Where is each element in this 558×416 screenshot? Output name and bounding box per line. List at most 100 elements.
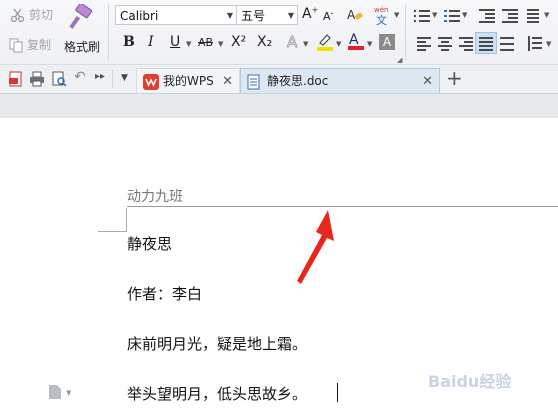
format-painter-button[interactable]: 格式刷 (64, 4, 102, 62)
grow-font-icon: A+ (302, 5, 319, 22)
line-spacing-icon[interactable] (527, 36, 543, 52)
underline-button[interactable]: U (170, 32, 180, 52)
print-button[interactable] (29, 71, 45, 91)
font-color-icon: A (348, 32, 364, 50)
font-dialog-launcher-icon[interactable]: ◢ (397, 56, 402, 64)
margin-corner-mark (98, 231, 126, 232)
highlight-button[interactable] (316, 32, 334, 56)
text-cursor (337, 383, 338, 402)
chevron-down-icon: ▼ (544, 11, 550, 19)
undo-icon[interactable]: ↶ (74, 69, 86, 85)
svg-text:wén: wén (374, 6, 388, 14)
more-arrows-icon[interactable]: ▸▸ (95, 71, 105, 82)
baidu-watermark: Baidu经验 (428, 372, 512, 391)
document-canvas-background (0, 94, 558, 118)
bullet-list-icon[interactable] (414, 8, 430, 24)
character-shading-button[interactable]: A (379, 34, 395, 50)
chevron-down-icon: ▼ (226, 11, 233, 20)
tab-list-dropdown-icon[interactable]: ▼ (121, 73, 128, 83)
svg-text:A: A (347, 8, 356, 22)
scissors-icon (10, 8, 25, 22)
tab-label: 我的WPS (163, 74, 214, 88)
justify-button[interactable] (475, 32, 497, 54)
decrease-indent-icon[interactable] (479, 8, 495, 24)
group-divider (108, 4, 109, 60)
margin-corner-mark (126, 208, 127, 232)
chevron-down-icon: ▼ (432, 11, 438, 19)
document-title-line[interactable]: 静夜思 (127, 233, 172, 254)
document-poem-line[interactable]: 举头望明月，低头思故乡。 (127, 383, 307, 404)
align-center-icon[interactable] (438, 36, 454, 52)
close-icon[interactable]: ✕ (422, 69, 433, 94)
copy-button[interactable]: 复制 (8, 36, 51, 53)
justify-icon (479, 36, 495, 52)
bold-button[interactable]: B (123, 32, 135, 52)
document-page[interactable]: 动力九班 静夜思 作者：李白 床前明月光，疑是地上霜。 举头望明月，低头思故乡。… (0, 118, 558, 416)
document-author-line[interactable]: 作者：李白 (127, 283, 202, 304)
italic-button[interactable]: I (148, 32, 154, 52)
clear-format-button[interactable]: A (346, 6, 364, 28)
shrink-font-icon: A- (323, 8, 334, 23)
document-poem-line[interactable]: 床前明月光，疑是地上霜。 (127, 333, 307, 354)
distributed-align-icon[interactable] (500, 36, 516, 52)
chevron-down-icon: ▼ (218, 40, 224, 48)
svg-text:A: A (349, 32, 359, 48)
chevron-down-icon: ▼ (186, 40, 192, 48)
chevron-down-icon: ▼ (303, 40, 309, 48)
print-preview-button[interactable] (51, 71, 67, 91)
red-arrow-annotation (297, 210, 334, 284)
paragraph-layout-handle[interactable] (48, 384, 62, 404)
svg-text:文: 文 (376, 13, 387, 26)
header-separator-line (127, 206, 558, 207)
font-color-button[interactable]: A (347, 31, 365, 55)
document-icon (247, 74, 260, 90)
eraser-icon: A (347, 8, 363, 22)
header-text[interactable]: 动力九班 (127, 186, 183, 206)
font-family-value: Calibri (120, 9, 159, 23)
svg-text:A: A (287, 33, 298, 51)
phonetic-guide-button[interactable]: wén 文 (372, 4, 394, 27)
tab-bar: ↶ ▸▸ ▼ 我的WPS ✕ 静夜思.doc ✕ + (0, 65, 558, 94)
copy-icon (9, 38, 23, 52)
numbered-list-icon[interactable] (444, 8, 460, 24)
chevron-down-icon: ▼ (462, 11, 468, 19)
highlighter-icon (317, 34, 333, 51)
font-family-select[interactable]: Calibri ▼ (115, 5, 237, 25)
font-size-select[interactable]: 五号 ▼ (236, 5, 298, 25)
export-pdf-button[interactable] (8, 71, 24, 91)
subscript-button[interactable]: X₂ (257, 32, 272, 52)
tab-document[interactable]: 静夜思.doc ✕ (240, 68, 440, 93)
cut-label: 剪切 (29, 8, 54, 22)
pdf-icon (9, 71, 22, 87)
chevron-down-icon: ▼ (336, 40, 342, 48)
cut-button[interactable]: 剪切 (10, 6, 53, 23)
printer-icon (30, 71, 44, 87)
chevron-down-icon: ▼ (367, 40, 373, 48)
tab-my-wps[interactable]: 我的WPS ✕ (136, 68, 240, 93)
text-effect-icon: A (287, 33, 299, 52)
align-left-icon[interactable] (417, 36, 433, 52)
format-painter-label: 格式刷 (64, 40, 101, 54)
chevron-down-icon: ▼ (287, 11, 294, 20)
character-shading-icon: A (382, 35, 392, 49)
tab-label: 静夜思.doc (267, 74, 329, 88)
new-tab-plus-icon[interactable]: + (446, 66, 463, 90)
chevron-down-icon: ▼ (394, 11, 400, 19)
close-icon[interactable]: ✕ (222, 69, 233, 94)
strikethrough-button[interactable]: AB (198, 33, 213, 53)
shrink-font-button[interactable]: A- (323, 8, 333, 23)
increase-indent-icon[interactable] (502, 8, 518, 24)
superscript-button[interactable]: X² (231, 32, 246, 52)
font-size-value: 五号 (241, 9, 266, 23)
ribbon-toolbar: 剪切 复制 格式刷 Calibri ▼ 五号 ▼ A+ A- A wén 文 ▼… (0, 0, 558, 65)
group-divider (112, 70, 113, 88)
print-preview-icon (52, 71, 67, 87)
sort-icon[interactable] (527, 8, 543, 24)
chevron-down-icon: ▼ (546, 40, 552, 48)
group-divider (405, 4, 406, 60)
wps-logo-icon (143, 74, 159, 90)
page-icon (49, 385, 61, 399)
grow-font-button[interactable]: A+ (302, 5, 318, 22)
align-right-icon[interactable] (459, 36, 475, 52)
text-effect-button[interactable]: A (286, 33, 302, 55)
